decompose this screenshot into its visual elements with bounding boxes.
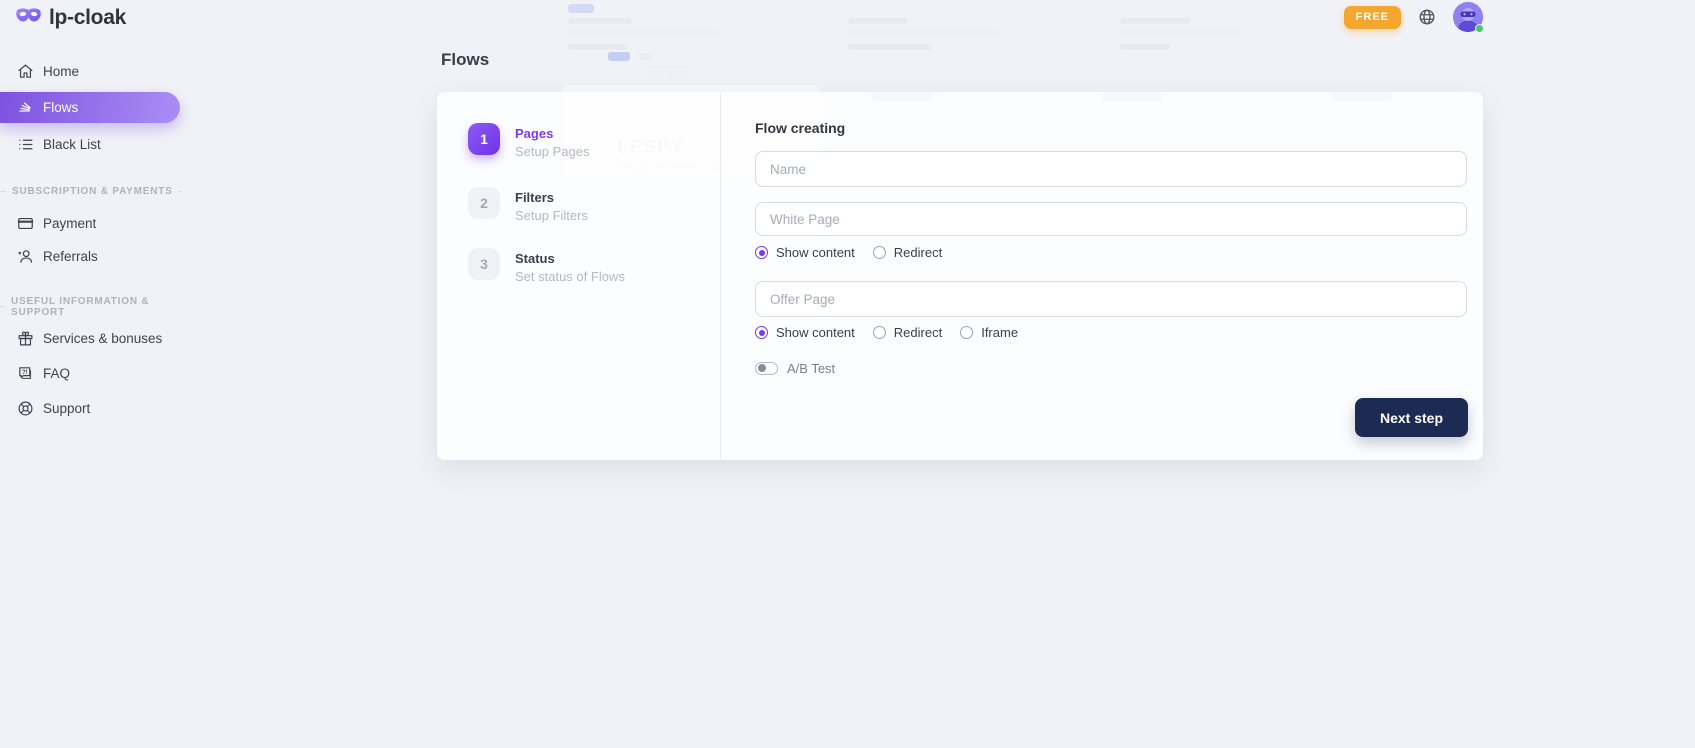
flow-creating-modal: 1 Pages Setup Pages 2 Filters Setup Filt…	[437, 92, 1483, 460]
sidebar-item-flows[interactable]: Flows	[0, 92, 180, 123]
ghost-chip	[568, 4, 594, 13]
sidebar-item-label: Home	[43, 64, 79, 79]
radio-icon	[960, 326, 973, 339]
ab-test-label: A/B Test	[787, 361, 835, 376]
offer-page-redirect-radio[interactable]: Redirect	[873, 325, 942, 340]
sidebar-section-label: SUBSCRIPTION & PAYMENTS	[0, 185, 182, 198]
white-page-show-content-radio[interactable]: Show content	[755, 245, 855, 260]
step-subtitle: Setup Filters	[515, 208, 588, 223]
svg-text:?!: ?!	[22, 369, 28, 375]
header-actions: FREE	[1344, 2, 1483, 32]
radio-label: Redirect	[894, 245, 942, 260]
sidebar-item-support[interactable]: Support	[0, 393, 182, 423]
step-filters[interactable]: 2 Filters Setup Filters	[468, 187, 588, 223]
app-page: LPSPY lpspy.webstick.com.ua Flows lp-clo…	[0, 0, 1695, 748]
sidebar-item-black-list[interactable]: Black List	[0, 129, 182, 159]
faq-icon: ?!	[17, 365, 34, 382]
sidebar-item-label: Payment	[43, 216, 96, 231]
step-title: Pages	[515, 126, 589, 141]
step-title: Filters	[515, 190, 588, 205]
sidebar-item-label: Support	[43, 401, 90, 416]
modal-title: Flow creating	[755, 120, 1467, 136]
step-title: Status	[515, 251, 625, 266]
globe-icon	[1418, 8, 1436, 26]
ab-test-row: A/B Test	[755, 361, 1467, 376]
logo-text: lp-cloak	[49, 6, 126, 30]
ab-test-toggle[interactable]	[755, 362, 778, 375]
step-number-badge: 2	[468, 187, 500, 219]
online-status-dot	[1475, 24, 1484, 33]
offer-page-iframe-radio[interactable]: Iframe	[960, 325, 1018, 340]
sidebar-item-referrals[interactable]: Referrals	[0, 241, 182, 271]
sidebar: lp-cloak Home Flows Black List	[0, 0, 182, 748]
radio-icon	[755, 246, 768, 259]
step-number-badge: 1	[468, 123, 500, 155]
white-page-input[interactable]	[755, 202, 1467, 236]
radio-icon	[873, 326, 886, 339]
step-subtitle: Set status of Flows	[515, 269, 625, 284]
white-page-options: Show content Redirect	[755, 245, 1467, 260]
flows-icon	[17, 99, 34, 116]
blacklist-icon	[17, 136, 34, 153]
plan-badge-button[interactable]: FREE	[1344, 6, 1401, 29]
sidebar-item-payment[interactable]: Payment	[0, 208, 182, 238]
step-subtitle: Setup Pages	[515, 144, 589, 159]
sidebar-nav: Home Flows Black List SUBSCRIPTION & PAY…	[0, 56, 182, 423]
next-step-button[interactable]: Next step	[1355, 398, 1468, 437]
mask-logo-icon	[15, 6, 42, 30]
radio-label: Redirect	[894, 325, 942, 340]
language-globe-button[interactable]	[1418, 8, 1436, 26]
sidebar-section-label: USEFUL INFORMATION & SUPPORT	[0, 300, 182, 313]
stepper: 1 Pages Setup Pages 2 Filters Setup Filt…	[437, 92, 721, 460]
white-page-redirect-radio[interactable]: Redirect	[873, 245, 942, 260]
sidebar-item-label: Black List	[43, 137, 101, 152]
step-pages[interactable]: 1 Pages Setup Pages	[468, 123, 589, 159]
offer-page-input[interactable]	[755, 281, 1467, 317]
radio-icon	[873, 246, 886, 259]
sidebar-item-label: Services & bonuses	[43, 331, 162, 346]
gift-icon	[17, 330, 34, 347]
sidebar-item-label: Flows	[43, 100, 78, 115]
sidebar-item-label: FAQ	[43, 366, 70, 381]
referrals-icon	[17, 248, 34, 265]
sidebar-item-faq[interactable]: ?! FAQ	[0, 358, 182, 388]
support-icon	[17, 400, 34, 417]
step-status[interactable]: 3 Status Set status of Flows	[468, 248, 625, 284]
radio-label: Iframe	[981, 325, 1018, 340]
radio-label: Show content	[776, 245, 855, 260]
user-avatar[interactable]	[1453, 2, 1483, 32]
offer-page-show-content-radio[interactable]: Show content	[755, 325, 855, 340]
page-title: Flows	[441, 50, 489, 70]
sidebar-item-label: Referrals	[43, 249, 98, 264]
offer-page-options: Show content Redirect Iframe	[755, 325, 1467, 340]
radio-label: Show content	[776, 325, 855, 340]
logo[interactable]: lp-cloak	[15, 6, 126, 30]
flow-name-input[interactable]	[755, 151, 1467, 187]
sidebar-item-home[interactable]: Home	[0, 56, 182, 86]
radio-icon	[755, 326, 768, 339]
step-number-badge: 3	[468, 248, 500, 280]
payment-icon	[17, 215, 34, 232]
flow-form: Flow creating Show content Redirect Show…	[722, 92, 1483, 460]
sidebar-item-services-bonuses[interactable]: Services & bonuses	[0, 323, 182, 353]
home-icon	[17, 63, 34, 80]
